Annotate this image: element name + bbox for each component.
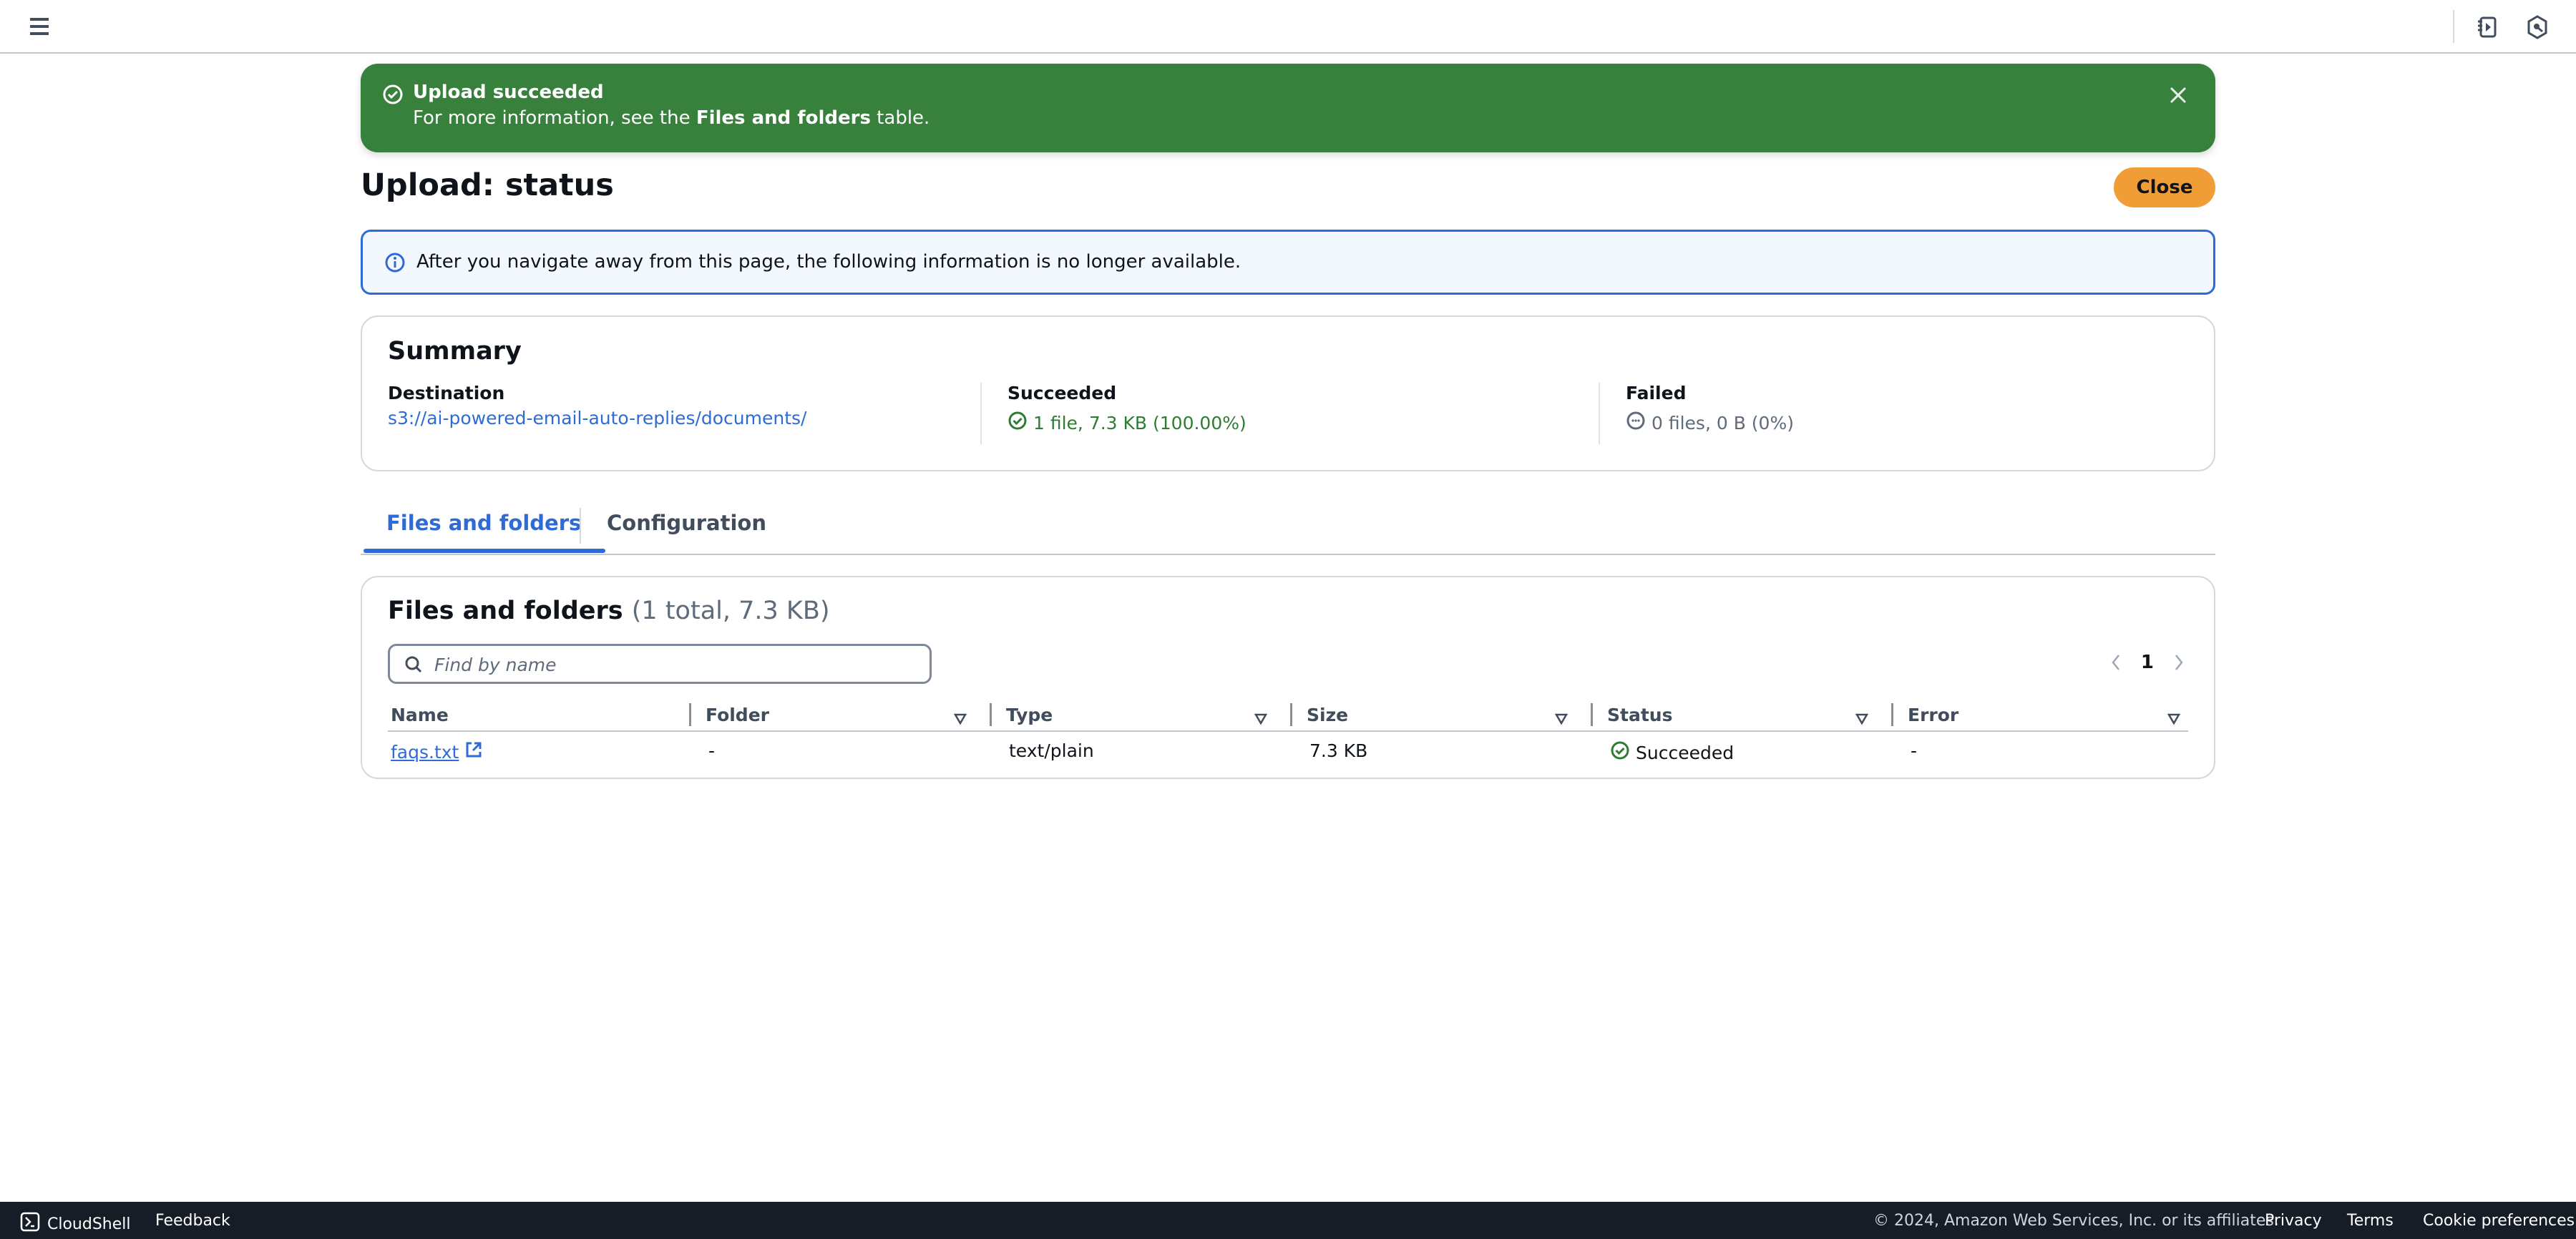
check-circle-icon [382, 84, 404, 105]
tab-configuration[interactable]: Configuration [581, 511, 792, 554]
pending-circle-icon [1626, 411, 1646, 435]
footer: CloudShell Feedback © 2024, Amazon Web S… [0, 1202, 2576, 1239]
hexagon-search-icon[interactable] [2524, 14, 2550, 40]
column-resizer[interactable] [1591, 703, 1593, 726]
sort-icon[interactable] [1554, 709, 1568, 725]
files-count: (1 total, 7.3 KB) [631, 597, 830, 625]
summary-failed: Failed 0 files, 0 B (0%) [1599, 383, 1794, 444]
failed-value: 0 files, 0 B (0%) [1652, 412, 1794, 434]
summary-title: Summary [388, 337, 522, 366]
column-resizer[interactable] [689, 703, 691, 726]
cell-folder: - [708, 740, 716, 761]
close-button[interactable]: Close [2114, 167, 2215, 207]
cookie-preferences-link[interactable]: Cookie preferences [2423, 1212, 2575, 1230]
column-label: Size [1307, 705, 1349, 725]
summary-container: Summary Destination s3://ai-powered-emai… [361, 315, 2215, 471]
flash-body-text: For more information, see the [413, 107, 696, 129]
column-header-type[interactable]: Type [1003, 702, 1289, 728]
copyright-text: © 2024, Amazon Web Services, Inc. or its… [1873, 1212, 2279, 1230]
flash-body: For more information, see the Files and … [413, 107, 930, 129]
info-circle-icon [384, 252, 406, 273]
files-table-title: Files and folders (1 total, 7.3 KB) [388, 597, 830, 625]
tab-files-and-folders[interactable]: Files and folders [361, 511, 607, 554]
tabs: Files and folders Configuration [361, 501, 2215, 555]
hamburger-menu-icon[interactable] [29, 16, 52, 37]
files-title-text: Files and folders [388, 597, 623, 625]
column-header-error[interactable]: Error [1905, 702, 2188, 728]
files-table-container: Files and folders (1 total, 7.3 KB) 1 Na… [361, 576, 2215, 779]
status-text: Succeeded [1636, 742, 1735, 763]
column-header-status[interactable]: Status [1604, 702, 1890, 728]
terms-link[interactable]: Terms [2347, 1212, 2394, 1230]
success-flashbar: Upload succeeded For more information, s… [361, 64, 2215, 152]
privacy-link[interactable]: Privacy [2265, 1212, 2322, 1230]
column-resizer[interactable] [1290, 703, 1292, 726]
chevron-left-icon[interactable] [2109, 652, 2122, 673]
page-number[interactable]: 1 [2141, 652, 2154, 673]
summary-destination: Destination s3://ai-powered-email-auto-r… [388, 383, 806, 444]
pagination: 1 [2109, 652, 2185, 673]
column-resizer[interactable] [1891, 703, 1893, 726]
succeeded-value: 1 file, 7.3 KB (100.00%) [1033, 412, 1246, 434]
cell-name: faqs.txt [391, 740, 483, 763]
column-header-folder[interactable]: Folder [703, 702, 989, 728]
sort-icon[interactable] [953, 709, 967, 725]
flash-title: Upload succeeded [413, 82, 604, 103]
terminal-icon [20, 1212, 40, 1236]
info-alert: After you navigate away from this page, … [361, 230, 2215, 295]
page-title: Upload: status [361, 167, 614, 203]
sort-icon[interactable] [1855, 709, 1869, 725]
cell-status: Succeeded [1610, 740, 1734, 765]
column-header-name[interactable]: Name [388, 702, 688, 728]
column-label: Folder [706, 705, 769, 725]
search-icon [404, 655, 423, 674]
cell-size: 7.3 KB [1309, 740, 1368, 761]
search-input[interactable] [434, 652, 921, 677]
destination-link[interactable]: s3://ai-powered-email-auto-replies/docum… [388, 408, 806, 428]
flash-body-bold: Files and folders [696, 107, 871, 129]
close-icon[interactable] [2167, 84, 2190, 107]
check-circle-icon [1610, 740, 1630, 765]
notebook-play-icon[interactable] [2474, 14, 2500, 40]
external-link-icon[interactable] [464, 740, 483, 763]
column-header-size[interactable]: Size [1304, 702, 1590, 728]
sort-icon[interactable] [2167, 709, 2181, 725]
cloudshell-button[interactable]: CloudShell [20, 1212, 131, 1236]
top-navigation [0, 0, 2576, 54]
failed-label: Failed [1626, 383, 1687, 403]
summary-succeeded: Succeeded 1 file, 7.3 KB (100.00%) [980, 383, 1246, 444]
search-field[interactable] [388, 644, 932, 684]
info-alert-text: After you navigate away from this page, … [416, 251, 1241, 273]
sort-icon[interactable] [1254, 709, 1268, 725]
table-row: faqs.txt - text/plain 7.3 KB Succeeded - [388, 733, 2188, 769]
column-label: Name [391, 705, 449, 725]
column-label: Type [1006, 705, 1053, 725]
check-circle-icon [1008, 411, 1028, 435]
column-resizer[interactable] [990, 703, 992, 726]
flash-body-suffix: table. [870, 107, 930, 129]
file-link[interactable]: faqs.txt [391, 742, 459, 763]
chevron-right-icon[interactable] [2172, 652, 2185, 673]
succeeded-label: Succeeded [1008, 383, 1117, 403]
column-label: Error [1908, 705, 1959, 725]
cell-error: - [1911, 740, 1918, 761]
cloudshell-label: CloudShell [47, 1215, 131, 1233]
table-header: Name Folder Type Size Status Error [388, 699, 2188, 732]
column-label: Status [1607, 705, 1673, 725]
feedback-link[interactable]: Feedback [155, 1212, 230, 1230]
destination-label: Destination [388, 383, 505, 403]
cell-type: text/plain [1009, 740, 1094, 761]
topbar-divider [2453, 10, 2454, 43]
